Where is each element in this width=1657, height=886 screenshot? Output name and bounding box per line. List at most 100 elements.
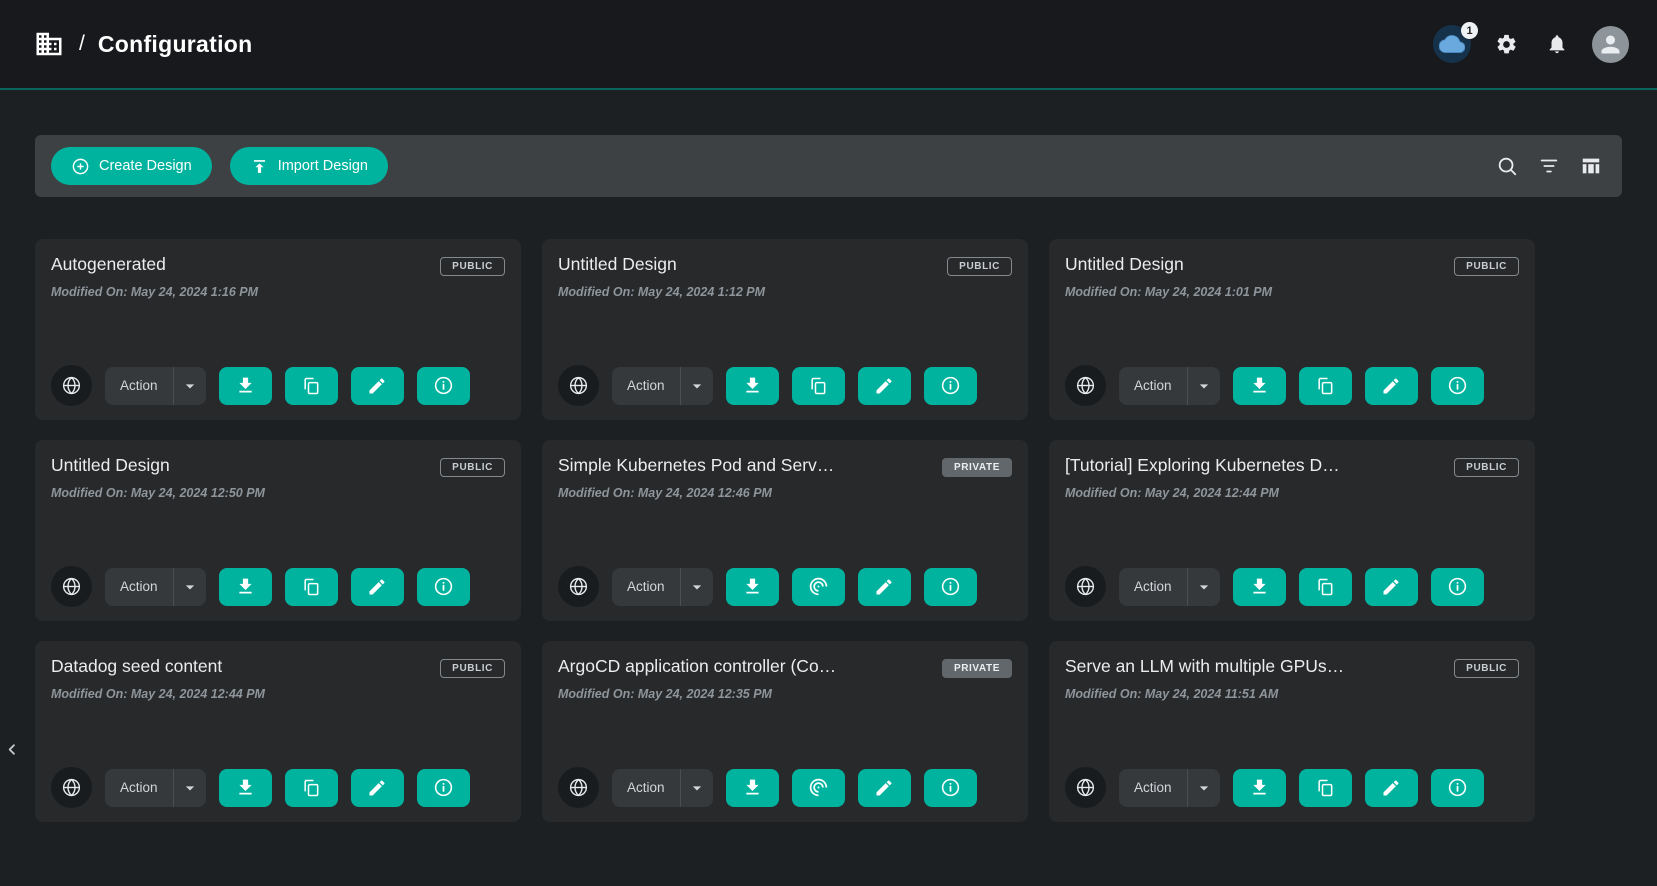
visibility-badge: PRIVATE: [942, 659, 1012, 678]
design-title: Simple Kubernetes Pod and Serv…: [558, 455, 834, 476]
search-button[interactable]: [1492, 151, 1522, 181]
action-button[interactable]: Action: [105, 769, 173, 807]
copy-icon: [808, 376, 828, 396]
action-dropdown-button[interactable]: [1187, 568, 1220, 606]
visibility-globe-button[interactable]: [51, 365, 92, 406]
visibility-globe-button[interactable]: [558, 365, 599, 406]
clone-button[interactable]: [792, 367, 845, 405]
info-button[interactable]: [1431, 769, 1484, 807]
provider-button[interactable]: 1: [1433, 25, 1471, 63]
globe-icon: [1075, 576, 1096, 597]
card-actions: Action: [558, 767, 1012, 808]
card-actions: Action: [1065, 566, 1519, 607]
filter-button[interactable]: [1534, 151, 1564, 181]
person-icon: [1597, 31, 1624, 58]
copy-icon: [301, 778, 321, 798]
action-dropdown-button[interactable]: [173, 769, 206, 807]
info-button[interactable]: [924, 769, 977, 807]
download-button[interactable]: [1233, 367, 1286, 405]
visibility-globe-button[interactable]: [51, 767, 92, 808]
card-header: Simple Kubernetes Pod and Serv… PRIVATE: [558, 455, 1012, 477]
spiral-action-button[interactable]: [792, 769, 845, 807]
action-dropdown-button[interactable]: [173, 367, 206, 405]
edit-button[interactable]: [858, 769, 911, 807]
download-button[interactable]: [219, 769, 272, 807]
info-button[interactable]: [1431, 568, 1484, 606]
visibility-globe-button[interactable]: [558, 767, 599, 808]
clone-button[interactable]: [1299, 568, 1352, 606]
action-button[interactable]: Action: [1119, 568, 1187, 606]
card-header: [Tutorial] Exploring Kubernetes D… PUBLI…: [1065, 455, 1519, 477]
action-dropdown-button[interactable]: [173, 568, 206, 606]
visibility-globe-button[interactable]: [1065, 365, 1106, 406]
clone-button[interactable]: [285, 568, 338, 606]
clone-button[interactable]: [1299, 367, 1352, 405]
chevron-down-icon: [687, 577, 707, 597]
create-design-label: Create Design: [99, 158, 192, 174]
user-avatar[interactable]: [1592, 26, 1629, 63]
edit-button[interactable]: [351, 367, 404, 405]
download-button[interactable]: [726, 568, 779, 606]
download-icon: [742, 777, 763, 798]
edit-button[interactable]: [1365, 367, 1418, 405]
page-title: Configuration: [98, 31, 253, 58]
notifications-button[interactable]: [1542, 29, 1572, 59]
action-button[interactable]: Action: [612, 769, 680, 807]
visibility-badge: PUBLIC: [440, 659, 505, 678]
edit-button[interactable]: [1365, 568, 1418, 606]
download-icon: [1249, 576, 1270, 597]
action-dropdown-button[interactable]: [1187, 769, 1220, 807]
download-button[interactable]: [1233, 568, 1286, 606]
spiral-action-button[interactable]: [792, 568, 845, 606]
design-card: Untitled Design PUBLIC Modified On: May …: [542, 239, 1028, 420]
download-button[interactable]: [726, 367, 779, 405]
edit-button[interactable]: [1365, 769, 1418, 807]
clone-button[interactable]: [1299, 769, 1352, 807]
action-button[interactable]: Action: [105, 367, 173, 405]
action-dropdown-button[interactable]: [1187, 367, 1220, 405]
import-design-button[interactable]: Import Design: [230, 147, 388, 185]
clone-button[interactable]: [285, 769, 338, 807]
edit-button[interactable]: [351, 769, 404, 807]
globe-icon: [61, 576, 82, 597]
action-dropdown-button[interactable]: [680, 367, 713, 405]
visibility-globe-button[interactable]: [1065, 566, 1106, 607]
action-button[interactable]: Action: [1119, 769, 1187, 807]
download-button[interactable]: [219, 367, 272, 405]
action-dropdown-button[interactable]: [680, 769, 713, 807]
action-button[interactable]: Action: [612, 568, 680, 606]
visibility-globe-button[interactable]: [558, 566, 599, 607]
filter-icon: [1538, 155, 1560, 177]
table-view-button[interactable]: [1576, 151, 1606, 181]
create-design-button[interactable]: Create Design: [51, 147, 212, 185]
info-button[interactable]: [924, 367, 977, 405]
design-title: Datadog seed content: [51, 656, 222, 677]
action-button[interactable]: Action: [612, 367, 680, 405]
edit-button[interactable]: [858, 568, 911, 606]
action-dropdown-button[interactable]: [680, 568, 713, 606]
download-button[interactable]: [726, 769, 779, 807]
edit-button[interactable]: [351, 568, 404, 606]
edit-button[interactable]: [858, 367, 911, 405]
action-button[interactable]: Action: [105, 568, 173, 606]
action-split-button: Action: [612, 769, 713, 807]
settings-button[interactable]: [1491, 29, 1522, 60]
info-button[interactable]: [924, 568, 977, 606]
visibility-globe-button[interactable]: [1065, 767, 1106, 808]
action-button[interactable]: Action: [1119, 367, 1187, 405]
visibility-globe-button[interactable]: [51, 566, 92, 607]
sidebar-toggle-button[interactable]: [0, 734, 24, 764]
copy-icon: [1315, 376, 1335, 396]
download-button[interactable]: [219, 568, 272, 606]
clone-button[interactable]: [285, 367, 338, 405]
info-button[interactable]: [417, 769, 470, 807]
chevron-down-icon: [687, 376, 707, 396]
cards-grid: Autogenerated PUBLIC Modified On: May 24…: [35, 239, 1657, 822]
chevron-down-icon: [180, 778, 200, 798]
download-button[interactable]: [1233, 769, 1286, 807]
designs-toolbar: Create Design Import Design: [35, 135, 1622, 197]
info-button[interactable]: [1431, 367, 1484, 405]
globe-icon: [61, 375, 82, 396]
info-button[interactable]: [417, 367, 470, 405]
info-button[interactable]: [417, 568, 470, 606]
